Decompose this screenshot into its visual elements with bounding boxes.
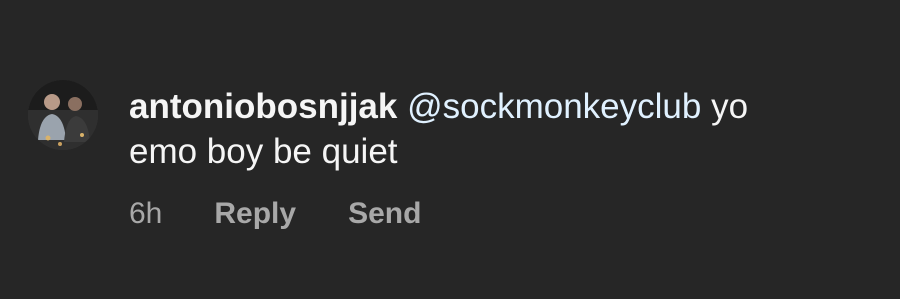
mention-link[interactable]: @sockmonkeyclub — [407, 87, 701, 126]
profile-photo-icon — [28, 80, 98, 150]
send-button[interactable]: Send — [348, 197, 421, 231]
comment-meta: 6h Reply Send — [129, 194, 421, 234]
avatar[interactable] — [28, 80, 98, 150]
comment-text: emo boy be quiet — [129, 132, 398, 171]
comment-body: antoniobosnjjak @sockmonkeyclub yo emo b… — [129, 84, 869, 174]
comment: antoniobosnjjak @sockmonkeyclub yo emo b… — [0, 0, 900, 299]
comment-text-start: yo — [711, 87, 749, 126]
username-link[interactable]: antoniobosnjjak — [129, 87, 397, 126]
timestamp: 6h — [129, 197, 163, 230]
reply-button[interactable]: Reply — [214, 197, 296, 231]
